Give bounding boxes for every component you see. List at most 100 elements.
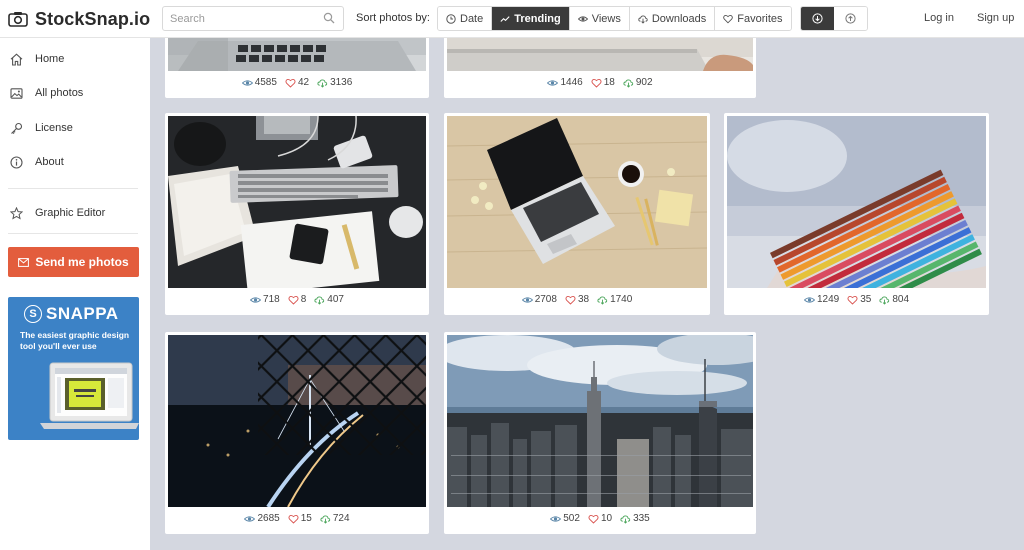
sidebar-divider [8,233,138,234]
sidebar-item-graphic-editor[interactable]: Graphic Editor [10,205,105,221]
photo-stats: 502 10 335 [444,513,756,524]
heart-icon [588,514,599,524]
top-bar: StockSnap.io Sort photos by: Date Trendi… [0,0,1024,38]
sidebar-item-all-photos[interactable]: All photos [10,85,83,101]
photo-card[interactable]: 1446 18 902 [444,38,756,98]
views-stat: 4585 [241,77,277,88]
sidebar-item-label: License [35,122,73,134]
photo-thumbnail[interactable] [168,116,426,288]
downloads-stat: 335 [620,513,650,524]
likes-stat[interactable]: 18 [591,77,615,88]
photo-stats: 2685 15 724 [165,513,429,524]
heart-icon [285,78,296,88]
star-icon [10,206,23,220]
views-count: 2685 [257,513,280,524]
heart-icon [288,514,299,524]
views-stat: 2708 [521,294,557,305]
downloads-stat: 1740 [597,294,632,305]
search-box[interactable] [162,6,344,31]
mail-icon [18,257,30,267]
search-icon[interactable] [323,12,335,24]
upload-circle-icon [845,13,856,24]
downloads-stat: 724 [320,513,350,524]
sort-date-button[interactable]: Date [438,7,493,30]
sort-downloads-button[interactable]: Downloads [629,7,716,30]
views-count: 502 [563,513,580,524]
photo-card[interactable]: 2708 38 1740 [444,113,710,315]
photo-card[interactable]: 4585 42 3136 [165,38,429,98]
heart-icon [288,295,299,305]
views-stat: 2685 [244,513,280,524]
heart-icon [723,14,734,23]
sort-date-label: Date [460,12,484,25]
photo-card[interactable]: 718 8 407 [165,113,429,315]
sidebar-item-home[interactable]: Home [10,51,64,67]
eye-icon [250,296,262,303]
likes-count: 15 [300,513,312,524]
sidebar: Home All photos License About Graphic Ed… [0,38,150,550]
downloads-stat: 3136 [317,77,352,88]
logo-text: StockSnap.io [35,8,151,29]
photo-thumbnail[interactable] [447,335,753,507]
sidebar-item-license[interactable]: License [10,120,73,136]
photo-thumbnail[interactable] [447,116,707,288]
photo-thumbnail[interactable] [727,116,986,288]
photo-stats: 1446 18 902 [444,77,756,88]
photo-thumbnail[interactable] [168,38,426,71]
view-toggle [800,6,868,31]
downloads-count: 407 [327,294,344,305]
view-mode-download-button[interactable] [801,7,834,30]
send-me-photos-button[interactable]: Send me photos [8,247,139,277]
likes-count: 38 [577,294,590,305]
likes-stat[interactable]: 42 [285,77,309,88]
eye-icon [547,79,559,86]
sort-views-button[interactable]: Views [569,7,630,30]
photo-card[interactable]: 1249 35 804 [724,113,989,315]
logo[interactable]: StockSnap.io [8,8,150,30]
photo-thumbnail[interactable] [168,335,426,507]
downloads-count: 1740 [610,294,633,305]
sort-trending-button[interactable]: Trending [492,7,570,30]
sidebar-item-about[interactable]: About [10,154,64,170]
cloud-download-icon [314,295,325,305]
sort-favorites-button[interactable]: Favorites [715,7,791,30]
signup-link[interactable]: Sign up [977,12,1014,24]
camera-icon [8,12,28,27]
likes-count: 18 [603,77,615,88]
likes-stat[interactable]: 38 [565,294,589,305]
photo-stats: 4585 42 3136 [165,77,429,88]
image-icon [10,87,23,99]
photo-card[interactable]: 502 10 335 [444,332,756,534]
cloud-download-icon [623,78,634,88]
photo-stats: 718 8 407 [165,294,429,305]
laptop-illustration [40,362,139,429]
likes-stat[interactable]: 15 [288,513,312,524]
sidebar-divider [8,188,138,189]
likes-stat[interactable]: 35 [847,294,871,305]
photo-card[interactable]: 2685 15 724 [165,332,429,534]
sidebar-item-label: Graphic Editor [35,207,106,219]
views-count: 718 [263,294,280,305]
sort-favorites-label: Favorites [737,12,783,25]
cloud-download-icon [597,295,608,305]
downloads-count: 804 [892,294,910,305]
home-icon [10,52,23,66]
eye-icon [241,79,253,86]
search-input[interactable] [163,7,313,30]
downloads-stat: 902 [623,77,653,88]
login-link[interactable]: Log in [924,12,954,24]
eye-icon [244,515,256,522]
views-count: 1446 [560,77,583,88]
views-count: 4585 [254,77,277,88]
view-mode-upload-button[interactable] [834,7,867,30]
snappa-logo-icon: S [24,305,42,323]
eye-icon [577,15,588,22]
likes-stat[interactable]: 10 [588,513,612,524]
photo-thumbnail[interactable] [447,38,753,71]
sort-downloads-label: Downloads [651,12,707,25]
snappa-ad-banner[interactable]: S SNAPPA The easiest graphic design tool… [8,297,139,440]
likes-count: 8 [300,294,307,305]
likes-stat[interactable]: 8 [288,294,307,305]
photo-stats: 1249 35 804 [724,294,989,305]
heart-icon [565,295,576,305]
